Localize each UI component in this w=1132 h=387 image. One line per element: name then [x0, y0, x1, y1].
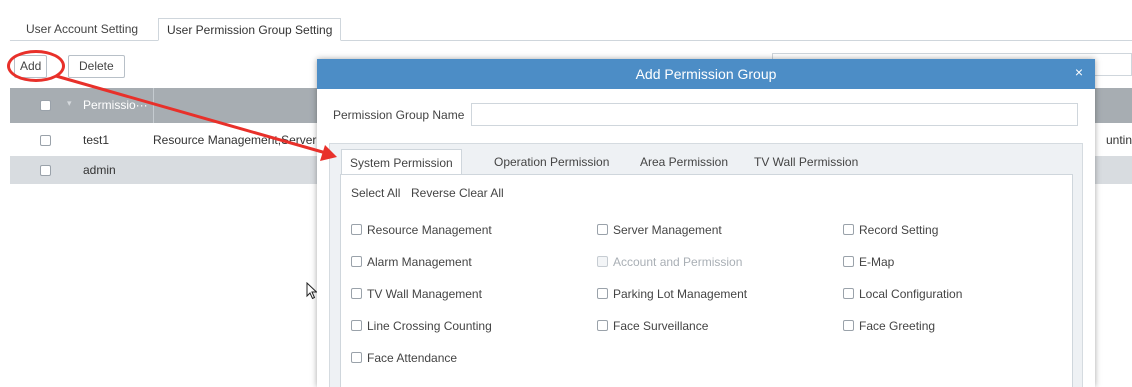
- group-name-label: Permission Group Name: [333, 108, 465, 122]
- add-permission-group-dialog: Add Permission Group × Permission Group …: [317, 59, 1095, 387]
- clear-all-link[interactable]: Clear All: [459, 186, 504, 200]
- checkbox[interactable]: [351, 288, 362, 299]
- row-group-name: test1: [83, 133, 110, 147]
- perm-local-configuration[interactable]: Local Configuration: [843, 287, 962, 301]
- annotation-circle: [7, 50, 65, 82]
- checkbox[interactable]: [843, 256, 854, 267]
- perm-tv-wall-management[interactable]: TV Wall Management: [351, 287, 482, 301]
- tab-system-permission[interactable]: System Permission: [341, 149, 462, 175]
- perm-server-management[interactable]: Server Management: [597, 223, 722, 237]
- perm-label: Record Setting: [859, 223, 939, 237]
- checkbox[interactable]: [597, 320, 608, 331]
- perm-label: Server Management: [613, 223, 722, 237]
- row-checkbox[interactable]: [40, 135, 51, 146]
- perm-face-greeting[interactable]: Face Greeting: [843, 319, 935, 333]
- perm-label: Resource Management: [367, 223, 492, 237]
- perm-label: Line Crossing Counting: [367, 319, 492, 333]
- select-all-link[interactable]: Select All: [351, 186, 400, 200]
- checkbox[interactable]: [843, 320, 854, 331]
- perm-alarm-management[interactable]: Alarm Management: [351, 255, 472, 269]
- row-permissions-overflow: unting,I: [1106, 133, 1132, 147]
- tab-user-permission-group-setting[interactable]: User Permission Group Setting: [158, 18, 342, 41]
- checkbox[interactable]: [351, 224, 362, 235]
- checkbox[interactable]: [597, 224, 608, 235]
- dialog-title: Add Permission Group: [635, 66, 777, 82]
- top-tab-bar: User Account Setting User Permission Gro…: [10, 18, 1132, 41]
- delete-button[interactable]: Delete: [68, 55, 125, 78]
- permission-tabs: System Permission Operation Permission A…: [329, 143, 1083, 387]
- perm-line-crossing-counting[interactable]: Line Crossing Counting: [351, 319, 492, 333]
- column-divider: [153, 88, 154, 123]
- checkbox: [597, 256, 608, 267]
- row-group-name: admin: [83, 163, 116, 177]
- perm-resource-management[interactable]: Resource Management: [351, 223, 492, 237]
- select-all-rows-checkbox[interactable]: [40, 100, 51, 111]
- perm-label: Account and Permission: [613, 255, 743, 269]
- reverse-link[interactable]: Reverse: [411, 186, 456, 200]
- row-permissions: Resource Management,Server: [153, 133, 317, 147]
- close-icon[interactable]: ×: [1075, 59, 1083, 85]
- perm-label: Face Surveillance: [613, 319, 709, 333]
- perm-parking-lot-management[interactable]: Parking Lot Management: [597, 287, 747, 301]
- perm-label: Face Greeting: [859, 319, 936, 333]
- tab-area-permission[interactable]: Area Permission: [632, 149, 736, 175]
- group-name-field[interactable]: [471, 103, 1078, 126]
- perm-label: Alarm Management: [367, 255, 472, 269]
- perm-record-setting[interactable]: Record Setting: [843, 223, 938, 237]
- perm-label: Local Configuration: [859, 287, 963, 301]
- checkbox[interactable]: [843, 288, 854, 299]
- perm-e-map[interactable]: E-Map: [843, 255, 894, 269]
- checkbox[interactable]: [351, 256, 362, 267]
- row-checkbox[interactable]: [40, 165, 51, 176]
- sort-icon[interactable]: ▾: [67, 98, 72, 109]
- dialog-title-bar: Add Permission Group ×: [317, 59, 1095, 89]
- tab-user-account-setting[interactable]: User Account Setting: [18, 18, 146, 41]
- checkbox[interactable]: [843, 224, 854, 235]
- perm-account-and-permission: Account and Permission: [597, 255, 742, 269]
- column-header-permission[interactable]: Permissio···: [83, 88, 148, 123]
- system-permission-panel: Select All Reverse Clear All Resource Ma…: [340, 174, 1073, 387]
- perm-label: Face Attendance: [367, 351, 458, 365]
- checkbox[interactable]: [351, 320, 362, 331]
- checkbox[interactable]: [351, 352, 362, 363]
- perm-face-attendance[interactable]: Face Attendance: [351, 351, 457, 365]
- perm-face-surveillance[interactable]: Face Surveillance: [597, 319, 708, 333]
- perm-label: E-Map: [859, 255, 895, 269]
- tab-operation-permission[interactable]: Operation Permission: [486, 149, 617, 175]
- tab-tv-wall-permission[interactable]: TV Wall Permission: [746, 149, 866, 175]
- checkbox[interactable]: [597, 288, 608, 299]
- perm-label: Parking Lot Management: [613, 287, 748, 301]
- perm-label: TV Wall Management: [367, 287, 482, 301]
